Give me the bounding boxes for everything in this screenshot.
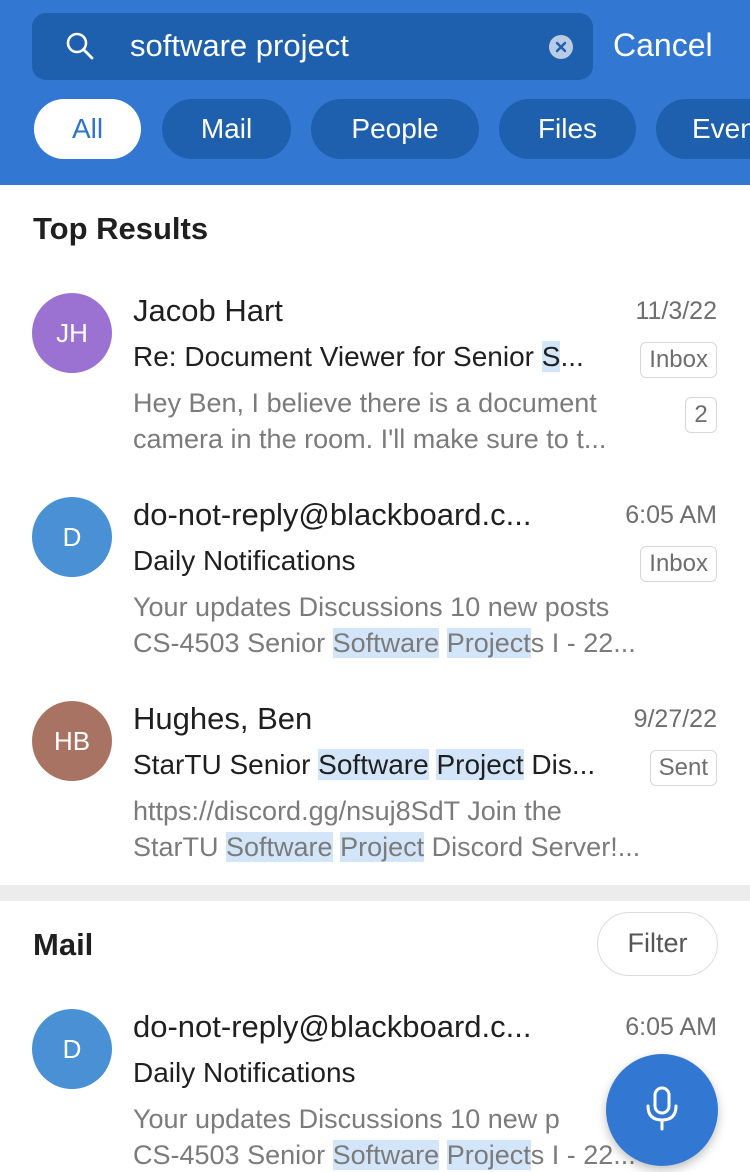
folder-badge: Inbox — [640, 342, 717, 378]
result-row-hughes-ben[interactable]: HB Hughes, Ben 9/27/22 StarTU Senior Sof… — [0, 701, 750, 891]
message-subject: Re: Document Viewer for Senior S... — [133, 341, 584, 372]
mail-section-title: Mail — [33, 927, 94, 962]
avatar: D — [32, 497, 112, 577]
chip-all[interactable]: All — [34, 99, 141, 159]
voice-search-button[interactable] — [606, 1054, 718, 1166]
sender-name: do-not-reply@blackboard.c... — [133, 1009, 532, 1044]
sender-name: Jacob Hart — [133, 293, 283, 328]
message-subject: StarTU Senior Software Project Dis... — [133, 749, 596, 780]
search-header: software project Cancel All Mail People … — [0, 0, 750, 185]
section-divider — [0, 885, 750, 901]
folder-badge: Sent — [649, 750, 717, 786]
chip-mail[interactable]: Mail — [162, 99, 291, 159]
chip-events[interactable]: Even — [656, 99, 750, 159]
message-date: 6:05 AM — [625, 501, 717, 529]
avatar: D — [32, 1009, 112, 1089]
chip-files[interactable]: Files — [499, 99, 636, 159]
message-date: 6:05 AM — [625, 1013, 717, 1041]
top-results-title: Top Results — [33, 211, 209, 246]
avatar: HB — [32, 701, 112, 781]
result-row-jacob-hart[interactable]: JH Jacob Hart 11/3/22 Re: Document Viewe… — [0, 293, 750, 483]
filter-chips: All Mail People Files Even — [0, 99, 750, 159]
search-icon — [66, 32, 94, 60]
filter-button[interactable]: Filter — [597, 912, 718, 976]
message-date: 9/27/22 — [633, 705, 717, 733]
microphone-icon — [646, 1086, 678, 1131]
avatar: JH — [32, 293, 112, 373]
sender-name: do-not-reply@blackboard.c... — [133, 497, 532, 532]
search-field[interactable]: software project — [32, 13, 593, 80]
thread-count-badge: 2 — [685, 397, 717, 433]
message-date: 11/3/22 — [635, 297, 717, 325]
clear-icon[interactable] — [549, 35, 573, 59]
message-preview: Your updates Discussions 10 new posts CS… — [133, 592, 636, 658]
sender-name: Hughes, Ben — [133, 701, 313, 736]
message-preview: Hey Ben, I believe there is a document c… — [133, 388, 607, 454]
search-input[interactable]: software project — [130, 28, 349, 64]
message-subject: Daily Notifications — [133, 1057, 356, 1088]
result-row-blackboard[interactable]: D do-not-reply@blackboard.c... 6:05 AM D… — [0, 497, 750, 687]
folder-badge: Inbox — [640, 546, 717, 582]
message-preview: https://discord.gg/nsuj8SdT Join the Sta… — [133, 796, 641, 862]
message-subject: Daily Notifications — [133, 545, 356, 576]
chip-people[interactable]: People — [311, 99, 479, 159]
cancel-button[interactable]: Cancel — [613, 27, 713, 64]
